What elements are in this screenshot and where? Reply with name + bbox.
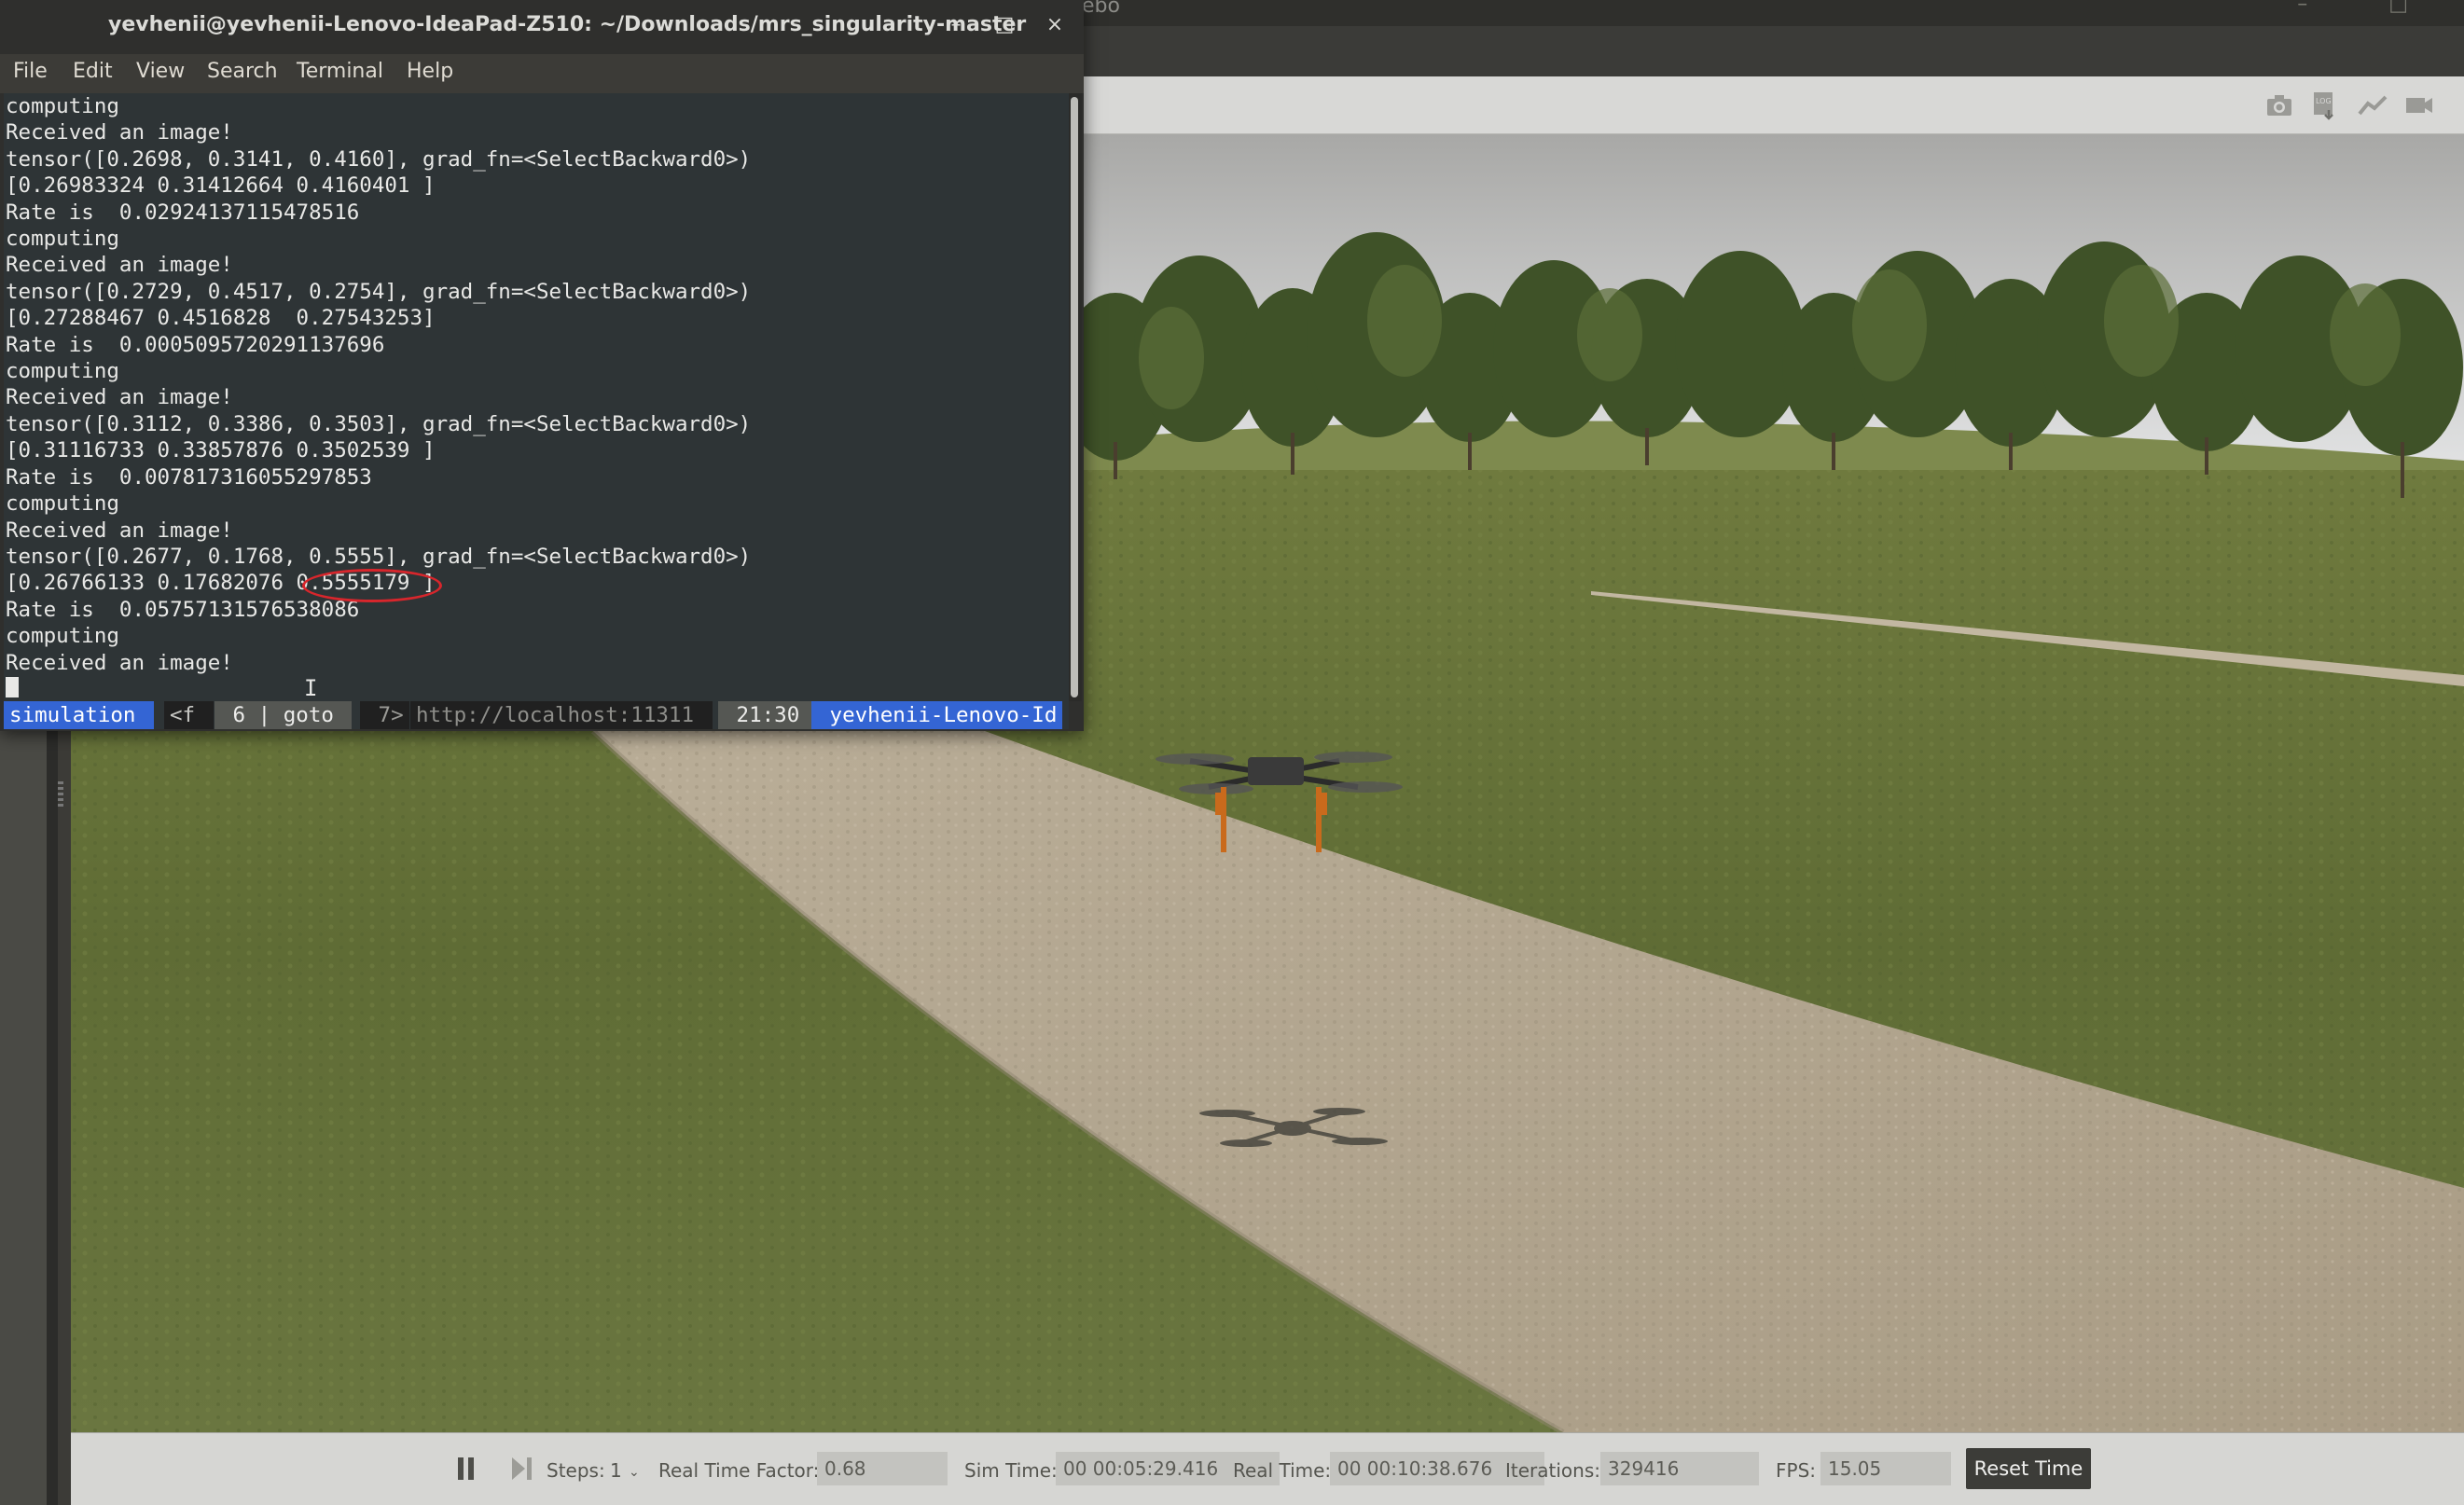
steps-label: Steps: [547,1459,605,1482]
terminal-line: Received an image! [6,253,233,278]
highlight-annotation [302,569,442,602]
tmux-clock: 21:30 [718,701,818,729]
step-forward-icon [512,1457,532,1480]
menu-search[interactable]: Search [207,60,278,83]
menu-view[interactable]: View [136,60,185,83]
log-icon[interactable]: LOG [2305,88,2343,123]
iterations-label: Iterations: [1505,1459,1600,1482]
terminal-cursor [6,677,19,697]
terminal-menubar: File Edit View Search Terminal Help [0,54,1084,93]
real-time-factor-label: Real Time Factor: [658,1459,820,1482]
terminal-line: [0.26983324 0.31412664 0.4160401 ] [6,173,436,199]
panel-splitter-handle[interactable] [58,781,63,809]
menu-file[interactable]: File [13,60,48,83]
step-button[interactable] [504,1452,541,1485]
terminal-line: tensor([0.2729, 0.4517, 0.2754], grad_fn… [6,279,752,304]
terminal-scroll-thumb[interactable] [1071,97,1078,697]
gazebo-titlebar [1082,0,2464,26]
tmux-ros-master-url: http://localhost:11311 [410,701,713,729]
tmux-current-window: 6 | goto [215,701,353,729]
terminal-line: computing [6,491,119,517]
gazebo-toolbar: LOG [1082,76,2464,134]
tmux-hostname: yevhenii-Lenovo-Id [811,701,1063,729]
video-icon[interactable] [2401,88,2438,123]
pause-button[interactable] [448,1452,485,1485]
real-time-factor-value: 0.68 [817,1452,948,1485]
plot-icon[interactable] [2354,88,2391,123]
menu-help[interactable]: Help [407,60,453,83]
maximize-icon[interactable]: □ [990,13,1018,36]
terminal-line: Received an image! [6,385,233,410]
real-time-label: Real Time: [1233,1459,1332,1482]
terminal-line: computing [6,624,119,649]
reset-time-button[interactable]: Reset Time [1966,1448,2091,1489]
terminal-window: yevhenii@yevhenii-Lenovo-IdeaPad-Z510: ~… [0,0,1084,731]
terminal-line: computing [6,227,119,252]
terminal-titlebar[interactable]: yevhenii@yevhenii-Lenovo-IdeaPad-Z510: ~… [0,0,1084,54]
terminal-line: computing [6,94,119,118]
steps-value[interactable]: 1 [610,1459,622,1482]
gazebo-window-controls[interactable]: – □ [2297,0,2445,16]
ibeam-cursor-icon: I [304,675,318,701]
tmux-status-bar: simulation <f 6 | goto 7> http://localho… [4,701,1069,729]
terminal-line: Rate is 0.007817316055297853 [6,464,372,490]
terminal-line: [0.31116733 0.33857876 0.3502539 ] [6,438,436,463]
terminal-title: yevhenii@yevhenii-Lenovo-IdeaPad-Z510: ~… [108,13,1027,36]
fps-value: 15.05 [1820,1452,1951,1485]
svg-text:LOG: LOG [2316,97,2332,105]
terminal-line: Received an image! [6,518,233,543]
menu-edit[interactable]: Edit [73,60,113,83]
terminal-line: Received an image! [6,650,233,675]
iterations-value: 329416 [1600,1452,1759,1485]
terminal-line: Rate is 0.02924137115478516 [6,200,360,225]
terminal-line: tensor([0.2677, 0.1768, 0.5555], grad_fn… [6,544,752,569]
tmux-session: simulation [4,701,155,729]
gazebo-menubar [1082,26,2464,76]
terminal-line: tensor([0.3112, 0.3386, 0.3503], grad_fn… [6,411,752,436]
steps-dropdown-icon[interactable]: ⌄ [629,1465,640,1480]
camera-icon[interactable] [2261,88,2298,123]
simulation-control-bar: Steps: 1 ⌄ Real Time Factor: 0.68 Sim Ti… [71,1432,2464,1505]
tmux-prev-window: <f [164,701,214,729]
terminal-line: Rate is 0.0005095720291137696 [6,332,385,357]
terminal-line: computing [6,359,119,384]
sim-time-label: Sim Time: [964,1459,1058,1482]
tmux-next-window: 7> [360,701,409,729]
terminal-line: tensor([0.2698, 0.3141, 0.4160], grad_fn… [6,146,752,172]
terminal-line: [0.27288467 0.4516828 0.27543253] [6,306,436,331]
gazebo-title: ebo [1082,0,1120,18]
close-icon[interactable]: × [1041,13,1069,36]
terminal-output[interactable]: computing Received an image! tensor([0.269… [4,93,1069,701]
terminal-line: Received an image! [6,120,233,145]
menu-terminal[interactable]: Terminal [297,60,383,83]
pause-icon [458,1457,474,1480]
fps-label: FPS: [1776,1459,1816,1482]
minimize-icon[interactable]: – [942,13,970,36]
